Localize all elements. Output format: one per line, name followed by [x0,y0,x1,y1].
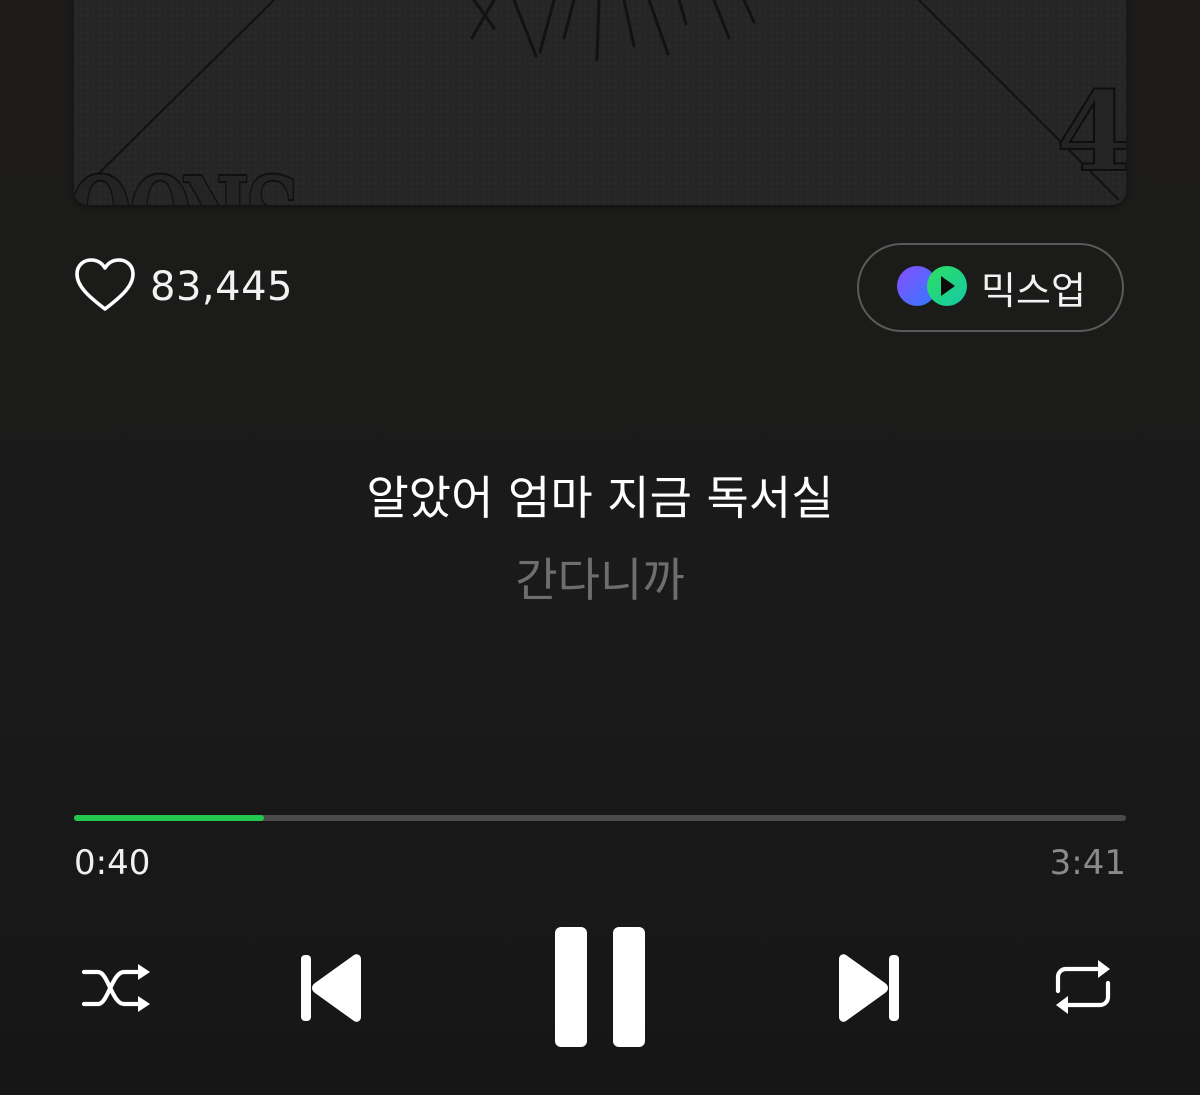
svg-text:4: 4 [1056,67,1126,196]
repeat-button[interactable] [1046,956,1120,1022]
lyric-next-line[interactable]: 간다니까 [0,544,1200,610]
progress-fill [74,815,265,821]
shuffle-button[interactable] [78,958,154,1022]
total-time: 3:41 [1049,843,1126,883]
skip-next-icon [835,951,901,1029]
pause-icon [553,925,647,1053]
next-button[interactable] [834,952,902,1028]
mixup-logo-icon [895,264,969,312]
progress-bar[interactable] [74,815,1126,821]
previous-button[interactable] [298,952,366,1028]
repeat-icon [1048,955,1118,1023]
skip-previous-icon [299,951,365,1029]
elapsed-time: 0:40 [74,843,151,883]
shuffle-icon [80,958,152,1022]
svg-text:SKOOL: SKOOL [74,146,299,205]
like-count: 83,445 [150,264,293,310]
heart-outline-icon [74,257,136,317]
lyric-current-line[interactable]: 알았어 엄마 지금 독서실 [0,462,1200,528]
mixup-button[interactable]: 믹스업 [857,243,1124,332]
mixup-label: 믹스업 [981,269,1086,313]
pause-button[interactable] [552,926,648,1052]
like-button[interactable]: 83,445 [74,256,293,318]
album-art: SKOOL 4 [74,0,1126,205]
